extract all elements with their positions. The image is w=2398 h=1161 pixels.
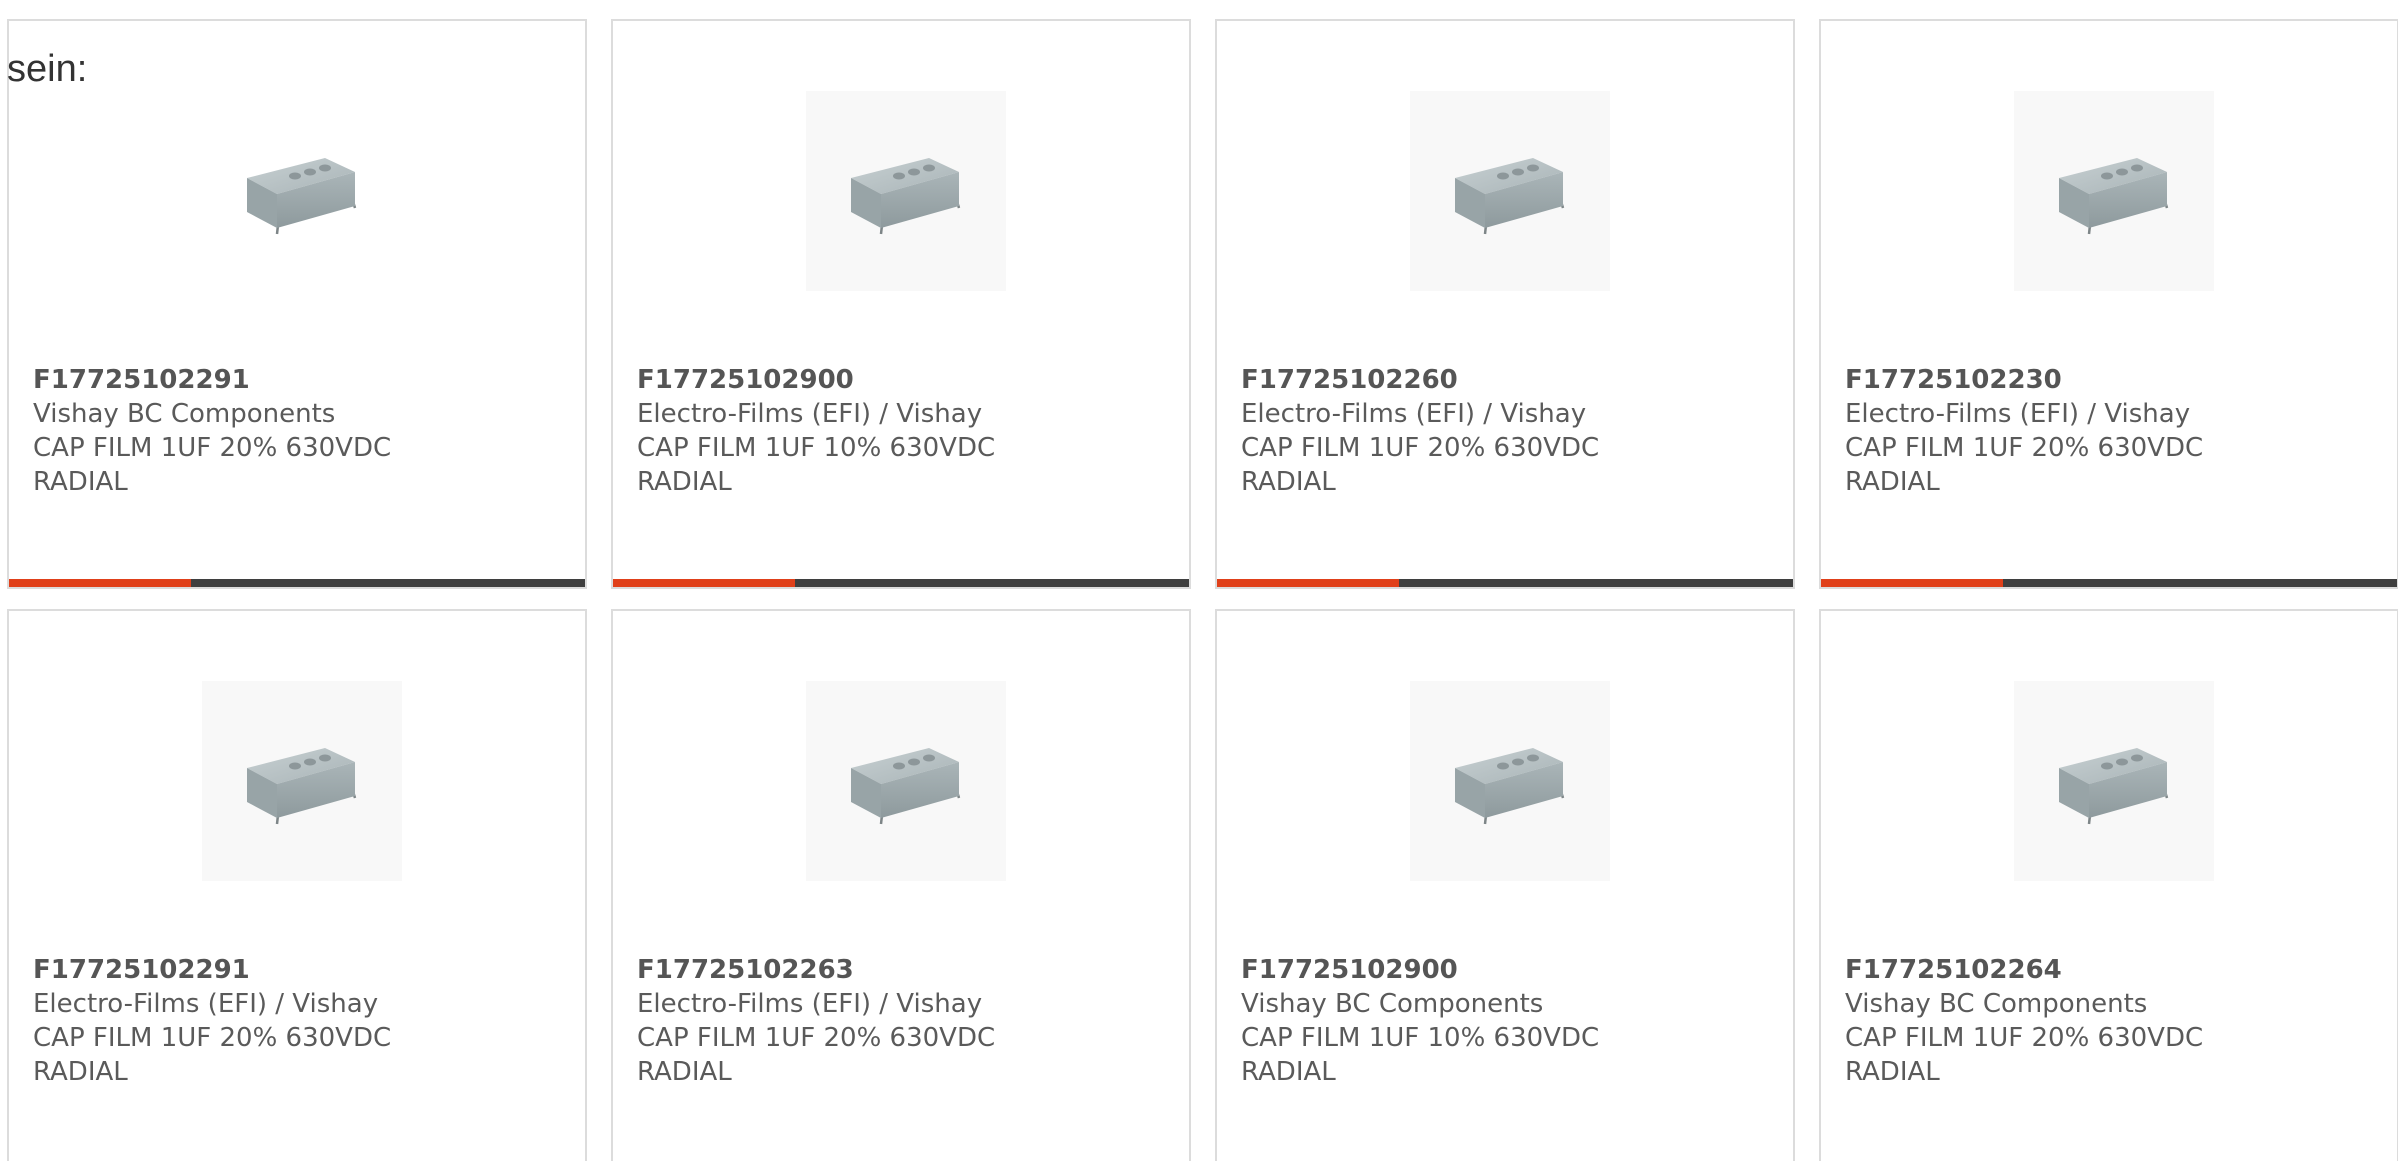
package: RADIAL <box>1845 467 1940 497</box>
description: CAP FILM 1UF 20% 630VDC <box>1845 1023 2204 1053</box>
package: RADIAL <box>1241 1057 1336 1087</box>
product-card[interactable]: F17725102900 Vishay BC Components CAP FI… <box>1215 609 1795 1161</box>
part-number[interactable]: F17725102291 <box>33 363 391 397</box>
package: RADIAL <box>33 467 128 497</box>
capacitor-image[interactable] <box>806 681 1006 881</box>
manufacturer: Vishay BC Components <box>1845 989 2148 1019</box>
card-bottom-bar <box>1217 579 1793 587</box>
description: CAP FILM 1UF 20% 630VDC <box>637 1023 996 1053</box>
product-info: F17725102263 Electro-Films (EFI) / Visha… <box>637 953 995 1089</box>
card-accent-bar <box>613 579 795 587</box>
card-accent-bar <box>1821 579 2003 587</box>
card-accent-bar <box>1217 579 1399 587</box>
description: CAP FILM 1UF 10% 630VDC <box>1241 1023 1600 1053</box>
capacitor-image[interactable] <box>806 91 1006 291</box>
package: RADIAL <box>33 1057 128 1087</box>
capacitor-image[interactable] <box>202 681 402 881</box>
product-card[interactable]: F17725102264 Vishay BC Components CAP FI… <box>1819 609 2398 1161</box>
part-number[interactable]: F17725102264 <box>1845 953 2203 987</box>
product-info: F17725102230 Electro-Films (EFI) / Visha… <box>1845 363 2203 499</box>
manufacturer: Vishay BC Components <box>33 399 336 429</box>
manufacturer: Electro-Films (EFI) / Vishay <box>1845 399 2191 429</box>
package: RADIAL <box>637 467 732 497</box>
part-number[interactable]: F17725102230 <box>1845 363 2203 397</box>
description: CAP FILM 1UF 20% 630VDC <box>33 433 392 463</box>
description: CAP FILM 1UF 20% 630VDC <box>1241 433 1600 463</box>
product-card[interactable]: F17725102291 Vishay BC Components CAP FI… <box>7 19 587 589</box>
capacitor-image[interactable] <box>2014 91 2214 291</box>
manufacturer: Electro-Films (EFI) / Vishay <box>33 989 379 1019</box>
part-number[interactable]: F17725102291 <box>33 953 391 987</box>
product-info: F17725102264 Vishay BC Components CAP FI… <box>1845 953 2203 1089</box>
product-card[interactable]: F17725102263 Electro-Films (EFI) / Visha… <box>611 609 1191 1161</box>
card-bottom-bar <box>613 579 1189 587</box>
product-info: F17725102291 Electro-Films (EFI) / Visha… <box>33 953 391 1089</box>
package: RADIAL <box>1241 467 1336 497</box>
part-number[interactable]: F17725102900 <box>637 363 995 397</box>
package: RADIAL <box>1845 1057 1940 1087</box>
manufacturer: Vishay BC Components <box>1241 989 1544 1019</box>
description: CAP FILM 1UF 20% 630VDC <box>1845 433 2204 463</box>
manufacturer: Electro-Films (EFI) / Vishay <box>1241 399 1587 429</box>
capacitor-image[interactable] <box>1410 91 1610 291</box>
product-card[interactable]: F17725102260 Electro-Films (EFI) / Visha… <box>1215 19 1795 589</box>
product-card[interactable]: F17725102230 Electro-Films (EFI) / Visha… <box>1819 19 2398 589</box>
product-card[interactable]: F17725102900 Electro-Films (EFI) / Visha… <box>611 19 1191 589</box>
product-info: F17725102291 Vishay BC Components CAP FI… <box>33 363 391 499</box>
capacitor-image[interactable] <box>1410 681 1610 881</box>
product-info: F17725102900 Electro-Films (EFI) / Visha… <box>637 363 995 499</box>
product-listing-page: sein: F17725102291 Vishay BC Components … <box>0 0 2398 1161</box>
capacitor-image[interactable] <box>202 91 402 291</box>
description: CAP FILM 1UF 20% 630VDC <box>33 1023 392 1053</box>
capacitor-image[interactable] <box>2014 681 2214 881</box>
product-info: F17725102900 Vishay BC Components CAP FI… <box>1241 953 1599 1089</box>
package: RADIAL <box>637 1057 732 1087</box>
intro-text: sein: <box>7 48 88 90</box>
description: CAP FILM 1UF 10% 630VDC <box>637 433 996 463</box>
card-bottom-bar <box>9 579 585 587</box>
manufacturer: Electro-Films (EFI) / Vishay <box>637 399 983 429</box>
card-accent-bar <box>9 579 191 587</box>
product-grid: F17725102291 Vishay BC Components CAP FI… <box>7 19 2398 1161</box>
card-bottom-bar <box>1821 579 2397 587</box>
part-number[interactable]: F17725102263 <box>637 953 995 987</box>
product-card[interactable]: F17725102291 Electro-Films (EFI) / Visha… <box>7 609 587 1161</box>
part-number[interactable]: F17725102260 <box>1241 363 1599 397</box>
product-info: F17725102260 Electro-Films (EFI) / Visha… <box>1241 363 1599 499</box>
part-number[interactable]: F17725102900 <box>1241 953 1599 987</box>
manufacturer: Electro-Films (EFI) / Vishay <box>637 989 983 1019</box>
